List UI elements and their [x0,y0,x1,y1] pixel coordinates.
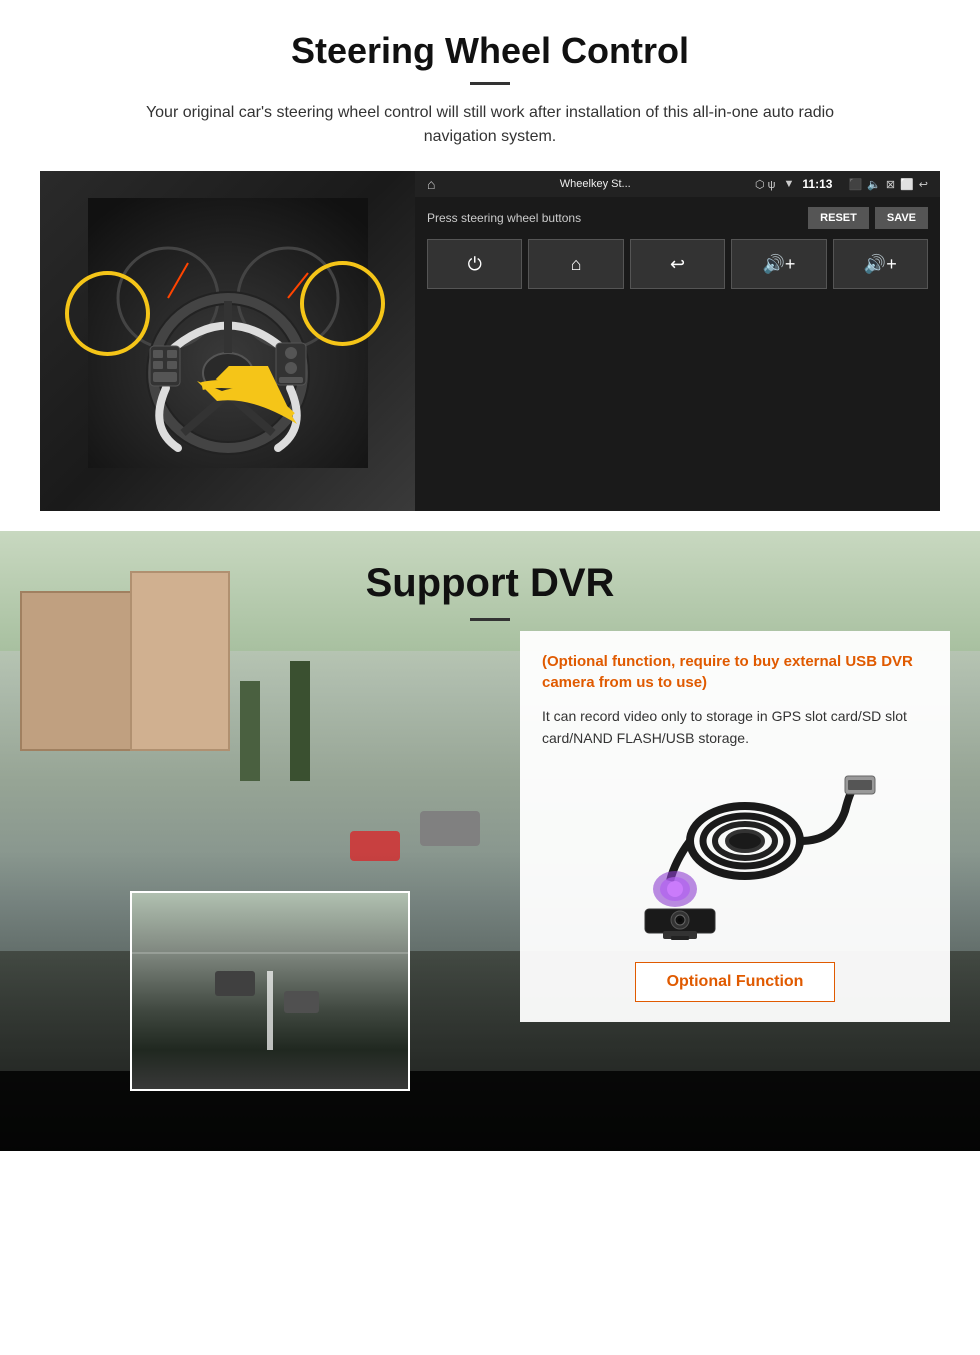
photo-car-2 [284,991,319,1013]
dvr-description: It can record video only to storage in G… [542,705,928,750]
dvr-title: Support DVR [0,561,980,606]
screen-icon: ⬜ [900,178,914,191]
steering-wheel-section: Steering Wheel Control Your original car… [0,0,980,531]
android-instruction-row: Press steering wheel buttons RESET SAVE [427,207,928,229]
dvr-title-area: Support DVR [0,531,980,641]
steering-title: Steering Wheel Control [40,30,940,72]
dvr-title-divider [470,618,510,621]
dvr-road-photo [130,891,410,1091]
status-icons: ⬛ 🔈 ⊠ ⬜ ↩ [848,178,928,191]
dvr-body: (Optional function, require to buy exter… [0,651,980,1121]
back-control-btn[interactable]: ↩ [630,239,725,289]
back-icon: ↩ [919,178,928,191]
optional-function-button[interactable]: Optional Function [635,962,835,1002]
save-button[interactable]: SAVE [875,207,928,229]
app-title-text: Wheelkey St... [443,178,747,190]
vol-up-control-btn[interactable]: 🔊+ [731,239,826,289]
steering-subtitle: Your original car's steering wheel contr… [140,101,840,149]
highlight-circle-right [300,261,385,346]
camera-icon: ⬛ [848,178,862,191]
highlight-circle-left [65,271,150,356]
reset-button[interactable]: RESET [808,207,869,229]
dvr-optional-note: (Optional function, require to buy exter… [542,651,928,693]
control-buttons-row: ⏻ ⌂ ↩ 🔊+ 🔊+ [427,239,928,289]
dvr-section: Support DVR (Optional function, require … [0,531,980,1151]
dvr-info-panel: (Optional function, require to buy exter… [520,631,950,1022]
dvr-camera-image [542,766,928,946]
instruction-text: Press steering wheel buttons [427,211,581,225]
android-content: Press steering wheel buttons RESET SAVE … [415,197,940,299]
android-ui-panel: ⌂ Wheelkey St... ⬡ ψ ▼ 11:13 ⬛ 🔈 ⊠ ⬜ ↩ P… [415,171,940,511]
wifi-icon: ▼ [784,178,795,190]
usb-icon: ⬡ ψ [755,178,776,191]
power-control-btn[interactable]: ⏻ [427,239,522,289]
road-marking [267,971,273,1049]
steering-photo [40,171,415,511]
photo-car-1 [215,971,255,996]
vol-down-control-btn[interactable]: 🔊+ [833,239,928,289]
action-buttons: RESET SAVE [808,207,928,229]
status-time: 11:13 [802,177,832,191]
title-divider [470,82,510,85]
steering-image-container: ⌂ Wheelkey St... ⬡ ψ ▼ 11:13 ⬛ 🔈 ⊠ ⬜ ↩ P… [40,171,940,511]
mute-icon: ⊠ [886,178,895,191]
horizon-line [132,952,408,954]
home-control-btn[interactable]: ⌂ [528,239,623,289]
android-statusbar: ⌂ Wheelkey St... ⬡ ψ ▼ 11:13 ⬛ 🔈 ⊠ ⬜ ↩ [415,171,940,197]
volume-icon: 🔈 [867,178,881,191]
yellow-arrow [192,366,312,451]
home-icon: ⌂ [427,176,435,192]
